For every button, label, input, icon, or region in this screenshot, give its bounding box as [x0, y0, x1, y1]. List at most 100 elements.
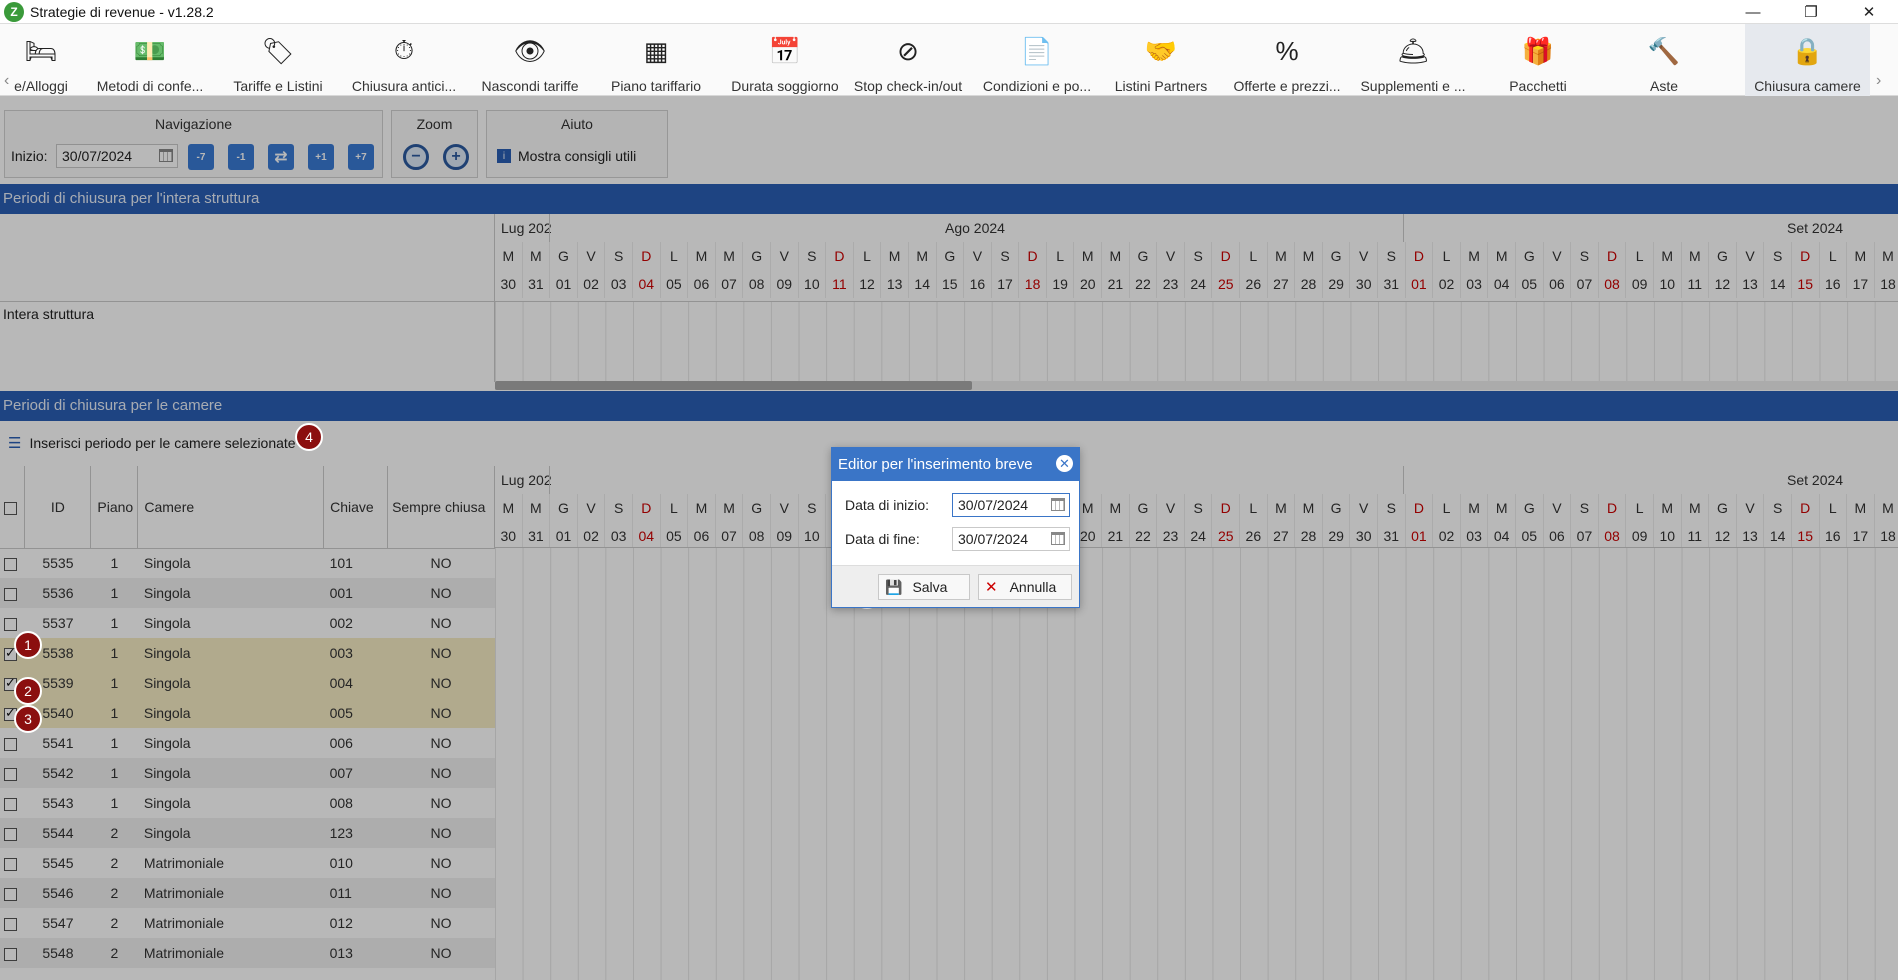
day-cell[interactable]: 12 [854, 270, 882, 298]
row-checkbox[interactable] [4, 558, 17, 572]
day-cell[interactable]: 23 [1157, 270, 1185, 298]
day-cell[interactable]: 15 [1792, 270, 1820, 298]
minus-1-button[interactable]: -1 [228, 144, 254, 170]
day-cell[interactable]: 26 [1240, 270, 1268, 298]
day-cell[interactable]: 28 [1295, 270, 1323, 298]
day-cell[interactable]: 31 [523, 522, 551, 547]
day-cell[interactable]: 09 [1626, 270, 1654, 298]
calendar-icon[interactable] [1051, 532, 1065, 545]
zoom-in-icon[interactable]: + [443, 144, 469, 170]
ribbon-item-6[interactable]: ▦ Piano tariffario [596, 24, 716, 96]
day-cell[interactable]: 16 [964, 270, 992, 298]
table-row[interactable]: 5541 1 Singola 006 NO [0, 728, 495, 758]
day-cell[interactable]: 25 [1212, 270, 1241, 298]
day-cell[interactable]: 16 [1820, 270, 1848, 298]
day-cell[interactable]: 07 [1571, 522, 1599, 547]
tips-toggle[interactable]: i Mostra consigli utili [497, 148, 636, 164]
structure-calendar-body[interactable] [495, 302, 1898, 382]
day-cell[interactable]: 21 [1102, 522, 1130, 547]
row-checkbox[interactable] [4, 587, 17, 601]
table-row[interactable]: 55381Singola003NO [0, 638, 495, 668]
day-cell[interactable]: 15 [937, 270, 965, 298]
day-cell[interactable]: 08 [1599, 522, 1627, 547]
day-cell[interactable]: 03 [605, 270, 633, 298]
day-cell[interactable]: 01 [1406, 270, 1434, 298]
day-cell[interactable]: 12 [1709, 270, 1737, 298]
ribbon-item-14[interactable]: 🔨 Aste [1604, 24, 1724, 96]
day-cell[interactable]: 28 [1295, 522, 1323, 547]
table-row[interactable]: 5543 1 Singola 008 NO [0, 788, 495, 818]
day-cell[interactable]: 14 [909, 270, 937, 298]
zoom-out-icon[interactable]: − [403, 144, 429, 170]
day-cell[interactable]: 02 [578, 522, 606, 547]
row-checkbox[interactable] [4, 917, 17, 931]
row-checkbox[interactable] [4, 617, 17, 631]
day-cell[interactable]: 25 [1212, 522, 1241, 547]
table-row[interactable]: 5537 1 Singola 002 NO [0, 608, 495, 638]
table-row[interactable]: 55401Singola005NO [0, 698, 495, 728]
save-button[interactable]: 💾 Salva [878, 574, 970, 600]
day-cell[interactable]: 10 [1654, 270, 1682, 298]
day-cell[interactable]: 27 [1268, 522, 1296, 547]
day-cell[interactable]: 06 [688, 270, 716, 298]
table-row[interactable]: 5545 2 Matrimoniale 010 NO [0, 848, 495, 878]
day-cell[interactable]: 03 [1461, 522, 1489, 547]
day-cell[interactable]: 12 [1709, 522, 1737, 547]
ribbon-item-11[interactable]: % Offerte e prezzi... [1226, 24, 1348, 96]
day-cell[interactable]: 05 [661, 522, 689, 547]
table-row[interactable]: 55391Singola004NO [0, 668, 495, 698]
day-cell[interactable]: 21 [1102, 270, 1130, 298]
dialog-close-icon[interactable]: ✕ [1056, 455, 1073, 472]
day-cell[interactable]: 29 [1323, 270, 1351, 298]
day-cell[interactable]: 07 [716, 522, 744, 547]
table-row[interactable]: 5548 2 Matrimoniale 013 NO [0, 938, 495, 968]
day-cell[interactable]: 27 [1268, 270, 1296, 298]
scrollbar-thumb[interactable] [495, 381, 972, 390]
ribbon-item-4[interactable]: ⏱ Chiusura antici... [344, 24, 464, 96]
day-cell[interactable]: 14 [1764, 522, 1792, 547]
ribbon-scroll-right-icon[interactable]: › [1876, 72, 1881, 90]
minus-7-button[interactable]: -7 [188, 144, 214, 170]
day-cell[interactable]: 30 [1350, 522, 1378, 547]
key-header[interactable]: Chiave [323, 466, 389, 549]
day-cell[interactable]: 31 [523, 270, 551, 298]
day-cell[interactable]: 01 [550, 270, 578, 298]
table-row[interactable]: 5547 2 Matrimoniale 012 NO [0, 908, 495, 938]
horizontal-scrollbar[interactable] [495, 381, 1898, 390]
day-cell[interactable]: 18 [1875, 522, 1898, 547]
dialog-end-date-input[interactable]: 30/07/2024 [952, 527, 1070, 551]
day-cell[interactable]: 10 [1654, 522, 1682, 547]
day-cell[interactable]: 11 [1682, 270, 1710, 298]
day-cell[interactable]: 07 [1571, 270, 1599, 298]
day-cell[interactable]: 02 [578, 270, 606, 298]
row-checkbox[interactable] [4, 767, 17, 781]
table-row[interactable]: 5544 2 Singola 123 NO [0, 818, 495, 848]
day-cell[interactable]: 08 [743, 522, 771, 547]
ribbon-item-8[interactable]: ⊘ Stop check-in/out [848, 24, 968, 96]
table-row[interactable]: 5535 1 Singola 101 NO [0, 548, 495, 578]
day-cell[interactable]: 29 [1323, 522, 1351, 547]
day-cell[interactable]: 24 [1185, 522, 1213, 547]
day-cell[interactable]: 16 [1820, 522, 1848, 547]
rooms-calendar-body[interactable] [495, 548, 1898, 980]
day-cell[interactable]: 30 [495, 270, 523, 298]
day-cell[interactable]: 30 [495, 522, 523, 547]
day-cell[interactable]: 24 [1185, 270, 1213, 298]
day-cell[interactable]: 03 [605, 522, 633, 547]
day-cell[interactable]: 03 [1461, 270, 1489, 298]
day-cell[interactable]: 20 [1074, 270, 1103, 298]
day-cell[interactable]: 04 [1488, 270, 1516, 298]
day-cell[interactable]: 31 [1378, 522, 1406, 547]
room-header[interactable]: Camere [137, 466, 325, 549]
day-cell[interactable]: 15 [1792, 522, 1820, 547]
day-cell[interactable]: 04 [633, 270, 661, 298]
day-cell[interactable]: 06 [1544, 270, 1572, 298]
calendar-icon[interactable] [159, 149, 173, 162]
day-cell[interactable]: 08 [743, 270, 771, 298]
minimize-button[interactable]: — [1724, 0, 1782, 24]
day-cell[interactable]: 06 [688, 522, 716, 547]
day-cell[interactable]: 06 [1544, 522, 1572, 547]
always-closed-header[interactable]: Sempre chiusa [387, 466, 495, 549]
ribbon-item-1[interactable]: 🛏 e/Alloggi [0, 24, 82, 96]
table-row[interactable]: 5546 2 Matrimoniale 011 NO [0, 878, 495, 908]
